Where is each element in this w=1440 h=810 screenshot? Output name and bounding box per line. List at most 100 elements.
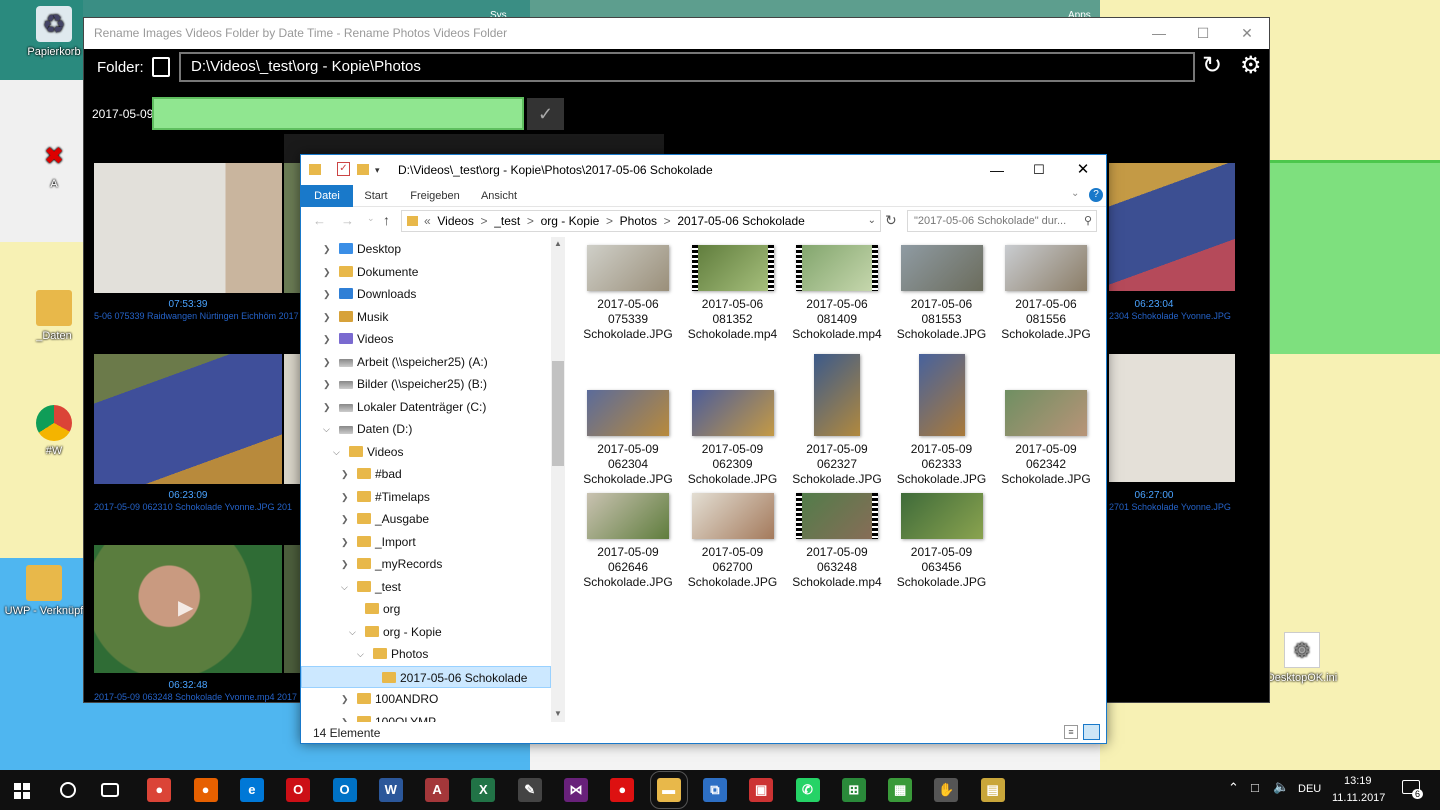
taskbar-pen-tool-icon[interactable]: ✎ xyxy=(517,778,542,802)
tree-item[interactable]: ❯ _Import xyxy=(301,531,551,553)
maximize-button[interactable]: ☐ xyxy=(1181,18,1225,49)
expand-chevron-icon[interactable]: ❯ xyxy=(323,238,331,260)
expand-chevron-icon[interactable]: ❯ xyxy=(341,508,349,530)
expand-chevron-icon[interactable]: ❯ xyxy=(323,306,331,328)
expand-chevron-icon[interactable]: ❯ xyxy=(341,711,349,723)
file-item[interactable]: 2017-05-06 081556 Schokolade.JPG xyxy=(994,245,1098,342)
help-icon[interactable]: ? xyxy=(1089,188,1103,202)
scroll-thumb[interactable] xyxy=(552,361,564,466)
file-item[interactable]: 2017-05-09 062309 Schokolade.JPG xyxy=(681,354,785,487)
expand-chevron-icon[interactable]: ❯ xyxy=(323,328,331,350)
tree-item[interactable]: ❯ #bad xyxy=(301,463,551,485)
media-thumbnail[interactable] xyxy=(1109,163,1235,291)
settings-gear-icon[interactable]: ⚙ xyxy=(1240,51,1262,80)
refresh-icon[interactable]: ↻ xyxy=(1202,51,1222,80)
file-item[interactable]: 2017-05-06 081553 Schokolade.JPG xyxy=(890,245,994,342)
media-thumbnail[interactable] xyxy=(284,354,300,484)
network-icon[interactable]: □ xyxy=(1251,780,1259,795)
tree-item[interactable]: ❯ Videos xyxy=(301,328,551,350)
large-icons-view-icon[interactable] xyxy=(1083,724,1100,740)
tree-item[interactable]: ❯ #Timelaps xyxy=(301,486,551,508)
address-dropdown-icon[interactable]: ⌄ xyxy=(868,211,876,231)
file-item[interactable]: 2017-05-09 062342 Schokolade.JPG xyxy=(994,354,1098,487)
taskbar-opera-icon[interactable]: O xyxy=(286,778,311,802)
scroll-down-icon[interactable]: ▼ xyxy=(554,709,562,718)
taskbar-network-app-icon[interactable]: ⧉ xyxy=(702,778,727,802)
quick-access-dropdown-icon[interactable]: ▾ xyxy=(375,155,380,185)
desktop-icon-uwp[interactable]: UWP - Verknüpf xyxy=(4,565,84,617)
breadcrumb-videos[interactable]: Videos xyxy=(437,214,473,228)
tab-freigeben[interactable]: Freigeben xyxy=(401,185,469,207)
desktop-icon-drive-a[interactable]: ✖ A xyxy=(14,138,94,191)
minimize-button[interactable]: — xyxy=(981,155,1013,185)
recent-dropdown-icon[interactable]: ⌄ xyxy=(367,213,375,224)
clock-date[interactable]: 11.11.2017 xyxy=(1332,792,1385,804)
tree-item[interactable]: ⌵ Videos xyxy=(301,441,551,463)
tree-item[interactable]: ❯ Desktop xyxy=(301,238,551,260)
tree-item[interactable]: ❯ Lokaler Datenträger (C:) xyxy=(301,396,551,418)
breadcrumb-photos[interactable]: Photos xyxy=(620,214,657,228)
maximize-button[interactable]: ☐ xyxy=(1023,155,1055,185)
taskbar-chart-app-icon[interactable]: ▦ xyxy=(888,778,913,802)
taskbar-firefox-icon[interactable]: ● xyxy=(193,778,218,802)
taskbar-word-icon[interactable]: W xyxy=(378,778,403,802)
media-thumbnail[interactable] xyxy=(94,163,282,293)
start-windows-icon[interactable] xyxy=(14,783,30,799)
desktop-icon-daten[interactable]: _Daten xyxy=(14,290,94,342)
tree-item[interactable]: ⌵ Photos xyxy=(301,643,551,665)
file-item[interactable]: 2017-05-09 062327 Schokolade.JPG xyxy=(785,354,889,487)
breadcrumb-separator[interactable]: > xyxy=(527,214,534,228)
tree-item[interactable]: ⌵ org - Kopie xyxy=(301,621,551,643)
media-thumbnail[interactable] xyxy=(1109,354,1235,482)
collapse-chevron-icon[interactable]: ⌵ xyxy=(341,576,348,598)
tree-scrollbar[interactable]: ▲ ▼ xyxy=(551,237,565,722)
expand-ribbon-icon[interactable]: ⌄ xyxy=(1071,188,1079,199)
file-item[interactable]: 2017-05-09 063248 Schokolade.mp4 xyxy=(785,493,889,590)
desktop-icon-recycle-bin[interactable]: ♻ Papierkorb xyxy=(14,6,94,58)
properties-icon[interactable]: ✓ xyxy=(337,162,350,176)
tree-item[interactable]: ❯ Downloads xyxy=(301,283,551,305)
tree-item[interactable]: org xyxy=(301,598,551,620)
close-button[interactable]: ✕ xyxy=(1225,18,1269,49)
tree-item[interactable]: ❯ 100ANDRO xyxy=(301,688,551,710)
breadcrumb-org-kopie[interactable]: org - Kopie xyxy=(541,214,600,228)
taskbar-edge-icon[interactable]: e xyxy=(239,778,264,802)
taskbar-window-app-icon[interactable]: ▣ xyxy=(749,778,774,802)
search-input[interactable]: "2017-05-06 Schokolade" dur... ⚲ xyxy=(907,210,1097,232)
video-thumbnail[interactable]: ▶ xyxy=(94,545,282,673)
tree-item[interactable]: ⌵ _test xyxy=(301,576,551,598)
expand-chevron-icon[interactable]: ❯ xyxy=(341,531,349,553)
expand-chevron-icon[interactable]: ❯ xyxy=(323,396,331,418)
show-hidden-icons[interactable]: ⌃ xyxy=(1228,780,1239,796)
file-item[interactable]: 2017-05-06 081352 Schokolade.mp4 xyxy=(681,245,785,342)
breadcrumb-current[interactable]: 2017-05-06 Schokolade xyxy=(677,214,804,228)
breadcrumb-separator[interactable]: > xyxy=(481,214,488,228)
tree-item[interactable]: ❯ Bilder (\\speicher25) (B:) xyxy=(301,373,551,395)
confirm-button[interactable]: ✓ xyxy=(527,98,564,130)
breadcrumb-separator[interactable]: > xyxy=(606,214,613,228)
address-bar[interactable]: « Videos > _test > org - Kopie > Photos … xyxy=(401,210,881,232)
collapse-chevron-icon[interactable]: ⌵ xyxy=(333,441,340,463)
taskbar-record-icon[interactable]: ● xyxy=(610,778,635,802)
breadcrumb-test[interactable]: _test xyxy=(494,214,520,228)
expand-chevron-icon[interactable]: ❯ xyxy=(323,261,331,283)
clock-time[interactable]: 13:19 xyxy=(1344,775,1372,787)
media-thumbnail[interactable] xyxy=(284,545,300,673)
folder-browse-icon[interactable] xyxy=(152,57,170,77)
tree-item[interactable]: ❯ _Ausgabe xyxy=(301,508,551,530)
forward-icon[interactable]: → xyxy=(341,213,354,228)
taskbar-excel-icon[interactable]: X xyxy=(471,778,496,802)
file-item[interactable]: 2017-05-09 062646 Schokolade.JPG xyxy=(576,493,680,590)
date-name-input[interactable] xyxy=(152,97,524,130)
tree-item[interactable]: ⌵ Daten (D:) xyxy=(301,418,551,440)
search-cortana-icon[interactable] xyxy=(60,782,76,798)
file-item[interactable]: 2017-05-06 081409 Schokolade.mp4 xyxy=(785,245,889,342)
new-folder-icon[interactable] xyxy=(357,164,369,175)
collapse-chevron-icon[interactable]: ⌵ xyxy=(357,643,364,665)
language-indicator[interactable]: DEU xyxy=(1298,783,1321,795)
volume-icon[interactable]: 🔈 xyxy=(1273,779,1289,795)
desktop-icon-w[interactable]: #W xyxy=(14,405,94,457)
back-icon[interactable]: ← xyxy=(313,213,326,228)
taskbar-outlook-icon[interactable]: O xyxy=(332,778,357,802)
collapse-chevron-icon[interactable]: ⌵ xyxy=(349,621,356,643)
